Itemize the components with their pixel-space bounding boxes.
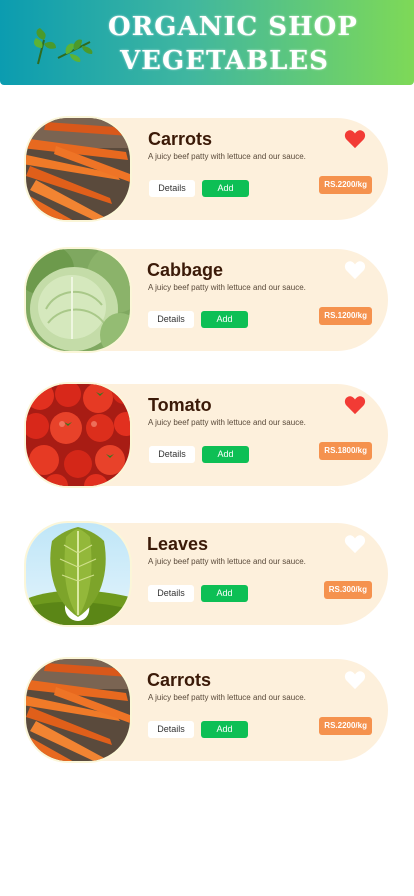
- price-badge: RS.300/kg: [323, 581, 372, 599]
- product-card[interactable]: Tomato A juicy beef patty with lettuce a…: [26, 384, 388, 486]
- app-title-line1: ORGANIC SHOP: [108, 12, 358, 42]
- product-name: Carrots: [148, 129, 213, 149]
- product-image-carrots: [26, 659, 130, 761]
- details-button[interactable]: Details: [148, 721, 194, 738]
- add-button[interactable]: Add: [202, 446, 249, 463]
- heart-icon[interactable]: [344, 129, 366, 149]
- heart-icon[interactable]: [344, 534, 366, 554]
- product-name: Leaves: [147, 534, 209, 554]
- product-card[interactable]: Leaves A juicy beef patty with lettuce a…: [26, 523, 388, 625]
- details-button[interactable]: Details: [148, 585, 194, 602]
- product-card[interactable]: Carrots A juicy beef patty with lettuce …: [26, 659, 388, 761]
- add-button[interactable]: Add: [202, 180, 249, 197]
- price-badge: RS.1800/kg: [319, 442, 372, 460]
- product-name: Tomato: [148, 395, 212, 415]
- price-badge: RS.2200/kg: [319, 176, 372, 194]
- product-image-cabbage: [26, 249, 130, 351]
- app-header: ORGANIC SHOP VEGETABLES: [0, 0, 414, 85]
- product-description: A juicy beef patty with lettuce and our …: [148, 283, 306, 292]
- leaf-icon: [57, 39, 93, 62]
- product-card[interactable]: Carrots A juicy beef patty with lettuce …: [26, 118, 388, 220]
- details-button[interactable]: Details: [149, 446, 195, 463]
- add-button[interactable]: Add: [201, 311, 248, 328]
- product-image-carrots: [26, 118, 130, 220]
- product-image-leaves: [26, 523, 130, 625]
- product-card[interactable]: Cabbage A juicy beef patty with lettuce …: [26, 249, 388, 351]
- app-title: ORGANIC SHOP VEGETABLES: [98, 10, 414, 78]
- details-button[interactable]: Details: [149, 180, 195, 197]
- product-name: Cabbage: [147, 260, 224, 280]
- app-title-line2: VEGETABLES: [120, 46, 329, 76]
- price-badge: RS.2200/kg: [319, 717, 372, 735]
- product-description: A juicy beef patty with lettuce and our …: [148, 152, 306, 161]
- heart-icon[interactable]: [344, 670, 366, 690]
- heart-icon[interactable]: [344, 395, 366, 415]
- details-button[interactable]: Details: [148, 311, 194, 328]
- product-description: A juicy beef patty with lettuce and our …: [148, 693, 306, 702]
- product-image-tomato: [26, 384, 130, 486]
- heart-icon[interactable]: [344, 260, 366, 280]
- price-badge: RS.1200/kg: [319, 307, 372, 325]
- add-button[interactable]: Add: [201, 721, 248, 738]
- add-button[interactable]: Add: [201, 585, 248, 602]
- product-name: Carrots: [147, 670, 212, 690]
- product-description: A juicy beef patty with lettuce and our …: [148, 418, 306, 427]
- product-description: A juicy beef patty with lettuce and our …: [148, 557, 306, 566]
